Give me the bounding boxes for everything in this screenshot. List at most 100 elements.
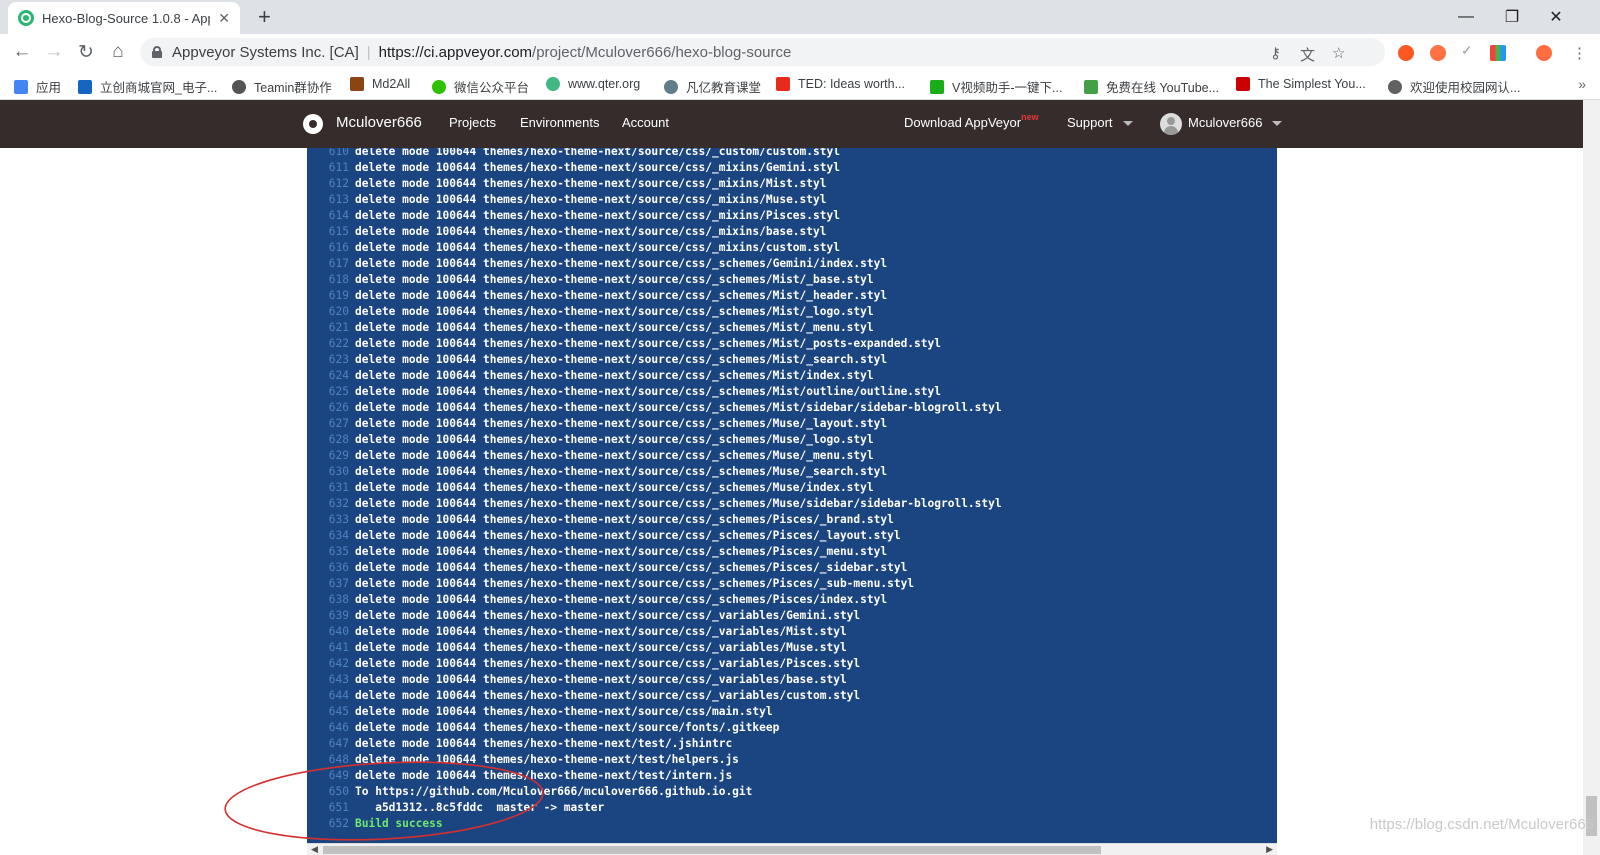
console-text: delete mode 100644 themes/hexo-theme-nex… — [355, 209, 840, 222]
extension-check-icon[interactable]: ✓ — [1461, 42, 1477, 58]
line-number: 625 — [328, 385, 349, 398]
tab-close-icon[interactable]: ✕ — [218, 10, 230, 27]
scroll-left-icon[interactable]: ◀ — [311, 844, 318, 855]
build-console[interactable]: 610 delete mode 100644 themes/hexo-theme-… — [307, 148, 1277, 843]
browser-toolbar: ← → ↻ ⌂ Appveyor Systems Inc. [CA] | htt… — [0, 34, 1600, 70]
menu-dots-icon[interactable]: ⋮ — [1572, 44, 1587, 62]
apps-grid-icon — [14, 79, 28, 94]
chevron-down-icon — [1122, 121, 1133, 127]
avatar[interactable] — [1160, 113, 1182, 135]
download-appveyor-link[interactable]: Download AppVeyornew — [904, 112, 1039, 130]
download-icon — [1084, 79, 1098, 94]
new-tab-button[interactable]: + — [258, 4, 271, 30]
console-text: delete mode 100644 themes/hexo-theme-nex… — [355, 417, 888, 430]
console-line: 638 delete mode 100644 themes/hexo-theme-… — [307, 592, 887, 608]
console-line: 643 delete mode 100644 themes/hexo-theme-… — [307, 672, 847, 688]
support-label: Support — [1067, 115, 1113, 130]
console-horizontal-scrollbar[interactable]: ◀ ▶ — [307, 843, 1277, 855]
console-line: 644 delete mode 100644 themes/hexo-theme-… — [307, 688, 860, 704]
chevron-down-icon — [1272, 121, 1283, 127]
bookmark-qter[interactable]: www.qter.org — [546, 77, 640, 91]
bookmarks-overflow-icon[interactable]: » — [1578, 76, 1586, 92]
bookmark-youtube-dl[interactable]: 免费在线 YouTube... — [1084, 77, 1219, 96]
url-host: https://ci.appveyor.com — [378, 43, 533, 61]
console-line: 648 delete mode 100644 themes/hexo-theme-… — [307, 752, 739, 768]
line-number: 648 — [328, 753, 349, 766]
console-text: delete mode 100644 themes/hexo-theme-nex… — [355, 513, 894, 526]
console-line: 642 delete mode 100644 themes/hexo-theme-… — [307, 656, 860, 672]
back-icon[interactable]: ← — [10, 40, 34, 64]
console-line: 623 delete mode 100644 themes/hexo-theme-… — [307, 352, 887, 368]
home-icon[interactable]: ⌂ — [106, 40, 130, 64]
console-line: 641 delete mode 100644 themes/hexo-theme-… — [307, 640, 847, 656]
star-icon[interactable]: ☆ — [1332, 44, 1345, 62]
line-number: 614 — [328, 209, 349, 222]
extension-colors-icon[interactable] — [1490, 45, 1506, 61]
console-text: delete mode 100644 themes/hexo-theme-nex… — [355, 545, 888, 558]
bookmark-wechat[interactable]: 微信公众平台 — [432, 77, 529, 96]
console-text: delete mode 100644 themes/hexo-theme-nex… — [355, 193, 827, 206]
address-bar[interactable]: Appveyor Systems Inc. [CA] | https://ci.… — [140, 38, 1385, 66]
console-line: 615 delete mode 100644 themes/hexo-theme-… — [307, 224, 827, 240]
line-number: 638 — [328, 593, 349, 606]
page-vertical-scrollbar[interactable] — [1583, 100, 1600, 855]
console-text: delete mode 100644 themes/hexo-theme-nex… — [355, 401, 1002, 414]
bookmark-apps[interactable]: 应用 — [14, 77, 61, 96]
tab-strip: Hexo-Blog-Source 1.0.8 - AppVeyor ✕ + — … — [0, 0, 1600, 34]
reload-icon[interactable]: ↻ — [74, 40, 98, 64]
restore-button[interactable]: ❐ — [1490, 3, 1534, 31]
extension-infinity-2-icon[interactable] — [1430, 45, 1446, 61]
profile-icon[interactable] — [1536, 45, 1552, 61]
console-text: delete mode 100644 themes/hexo-theme-nex… — [355, 657, 861, 670]
browser-tab[interactable]: Hexo-Blog-Source 1.0.8 - AppVeyor ✕ — [8, 2, 240, 34]
nav-projects[interactable]: Projects — [449, 115, 496, 130]
bookmark-label: The Simplest You... — [1258, 77, 1366, 91]
line-number: 623 — [328, 353, 349, 366]
bookmark-ted[interactable]: TED: Ideas worth... — [776, 77, 905, 91]
minimize-button[interactable]: — — [1444, 3, 1488, 31]
scroll-right-icon[interactable]: ▶ — [1266, 844, 1273, 855]
bookmark-video-helper[interactable]: V视频助手-一键下... — [930, 77, 1062, 96]
console-text: delete mode 100644 themes/hexo-theme-nex… — [355, 721, 780, 734]
line-number: 649 — [328, 769, 349, 782]
user-menu[interactable]: Mculover666 — [1188, 115, 1283, 130]
console-text: delete mode 100644 themes/hexo-theme-nex… — [355, 369, 874, 382]
forward-icon[interactable]: → — [42, 40, 66, 64]
console-line: 610 delete mode 100644 themes/hexo-theme-… — [307, 148, 840, 160]
bookmark-lc[interactable]: 立创商城官网_电子... — [78, 77, 217, 96]
scrollbar-thumb[interactable] — [323, 846, 1101, 854]
nav-account[interactable]: Account — [622, 115, 669, 130]
console-line: 636 delete mode 100644 themes/hexo-theme-… — [307, 560, 908, 576]
line-number: 615 — [328, 225, 349, 238]
console-line: 647 delete mode 100644 themes/hexo-theme-… — [307, 736, 732, 752]
appveyor-logo-icon[interactable] — [303, 114, 323, 134]
console-text: delete mode 100644 themes/hexo-theme-nex… — [355, 321, 874, 334]
support-menu[interactable]: Support — [1067, 115, 1133, 130]
bookmark-teamin[interactable]: Teamin群协作 — [232, 77, 332, 96]
bookmark-md2all[interactable]: Md2All — [350, 77, 410, 91]
close-window-button[interactable]: ✕ — [1534, 3, 1578, 31]
console-text: delete mode 100644 themes/hexo-theme-nex… — [355, 177, 827, 190]
console-text: delete mode 100644 themes/hexo-theme-nex… — [355, 273, 874, 286]
key-icon[interactable]: ⚷ — [1270, 44, 1281, 62]
console-text: delete mode 100644 themes/hexo-theme-nex… — [355, 577, 915, 590]
brand-account-link[interactable]: Mculover666 — [336, 114, 422, 131]
wechat-icon — [432, 79, 446, 94]
bookmark-fanyi[interactable]: 凡亿教育课堂 — [664, 77, 761, 96]
user-icon — [664, 79, 678, 94]
bookmark-simplest[interactable]: The Simplest You... — [1236, 77, 1366, 91]
console-text: delete mode 100644 themes/hexo-theme-nex… — [355, 433, 874, 446]
translate-icon[interactable]: 文 — [1300, 44, 1315, 65]
nav-environments[interactable]: Environments — [520, 115, 599, 130]
bookmark-label: 微信公众平台 — [454, 81, 530, 95]
youtube-icon — [1236, 77, 1250, 91]
line-number: 624 — [328, 369, 349, 382]
bookmark-campus[interactable]: 欢迎使用校园网认... — [1388, 77, 1520, 96]
console-text: delete mode 100644 themes/hexo-theme-nex… — [355, 465, 888, 478]
console-line: 626 delete mode 100644 themes/hexo-theme-… — [307, 400, 1002, 416]
bookmark-label: 立创商城官网_电子... — [100, 81, 218, 95]
console-text: delete mode 100644 themes/hexo-theme-nex… — [355, 625, 847, 638]
extension-infinity-icon[interactable] — [1398, 45, 1414, 61]
console-text: delete mode 100644 themes/hexo-theme-nex… — [355, 225, 827, 238]
line-number: 640 — [328, 625, 349, 638]
